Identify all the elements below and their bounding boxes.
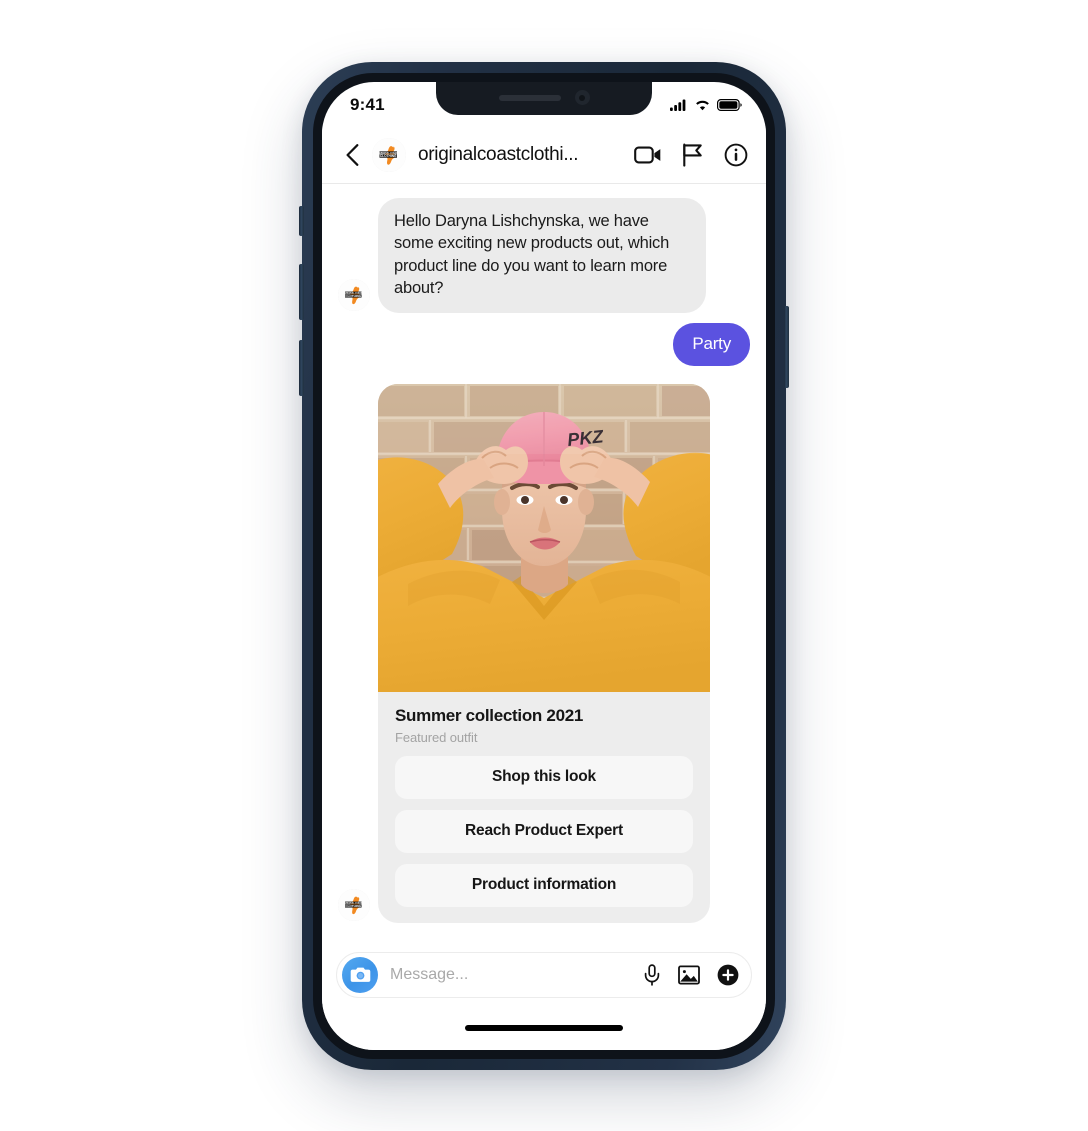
svg-text:CLOTHING: CLOTHING bbox=[345, 294, 361, 298]
page-title: originalcoastclothi... bbox=[418, 143, 579, 165]
shop-this-look-button[interactable]: Shop this look bbox=[395, 755, 693, 799]
message-list: ORIGINAL COAST CLOTHING Hello Daryna Lis… bbox=[322, 184, 766, 1002]
front-camera-icon bbox=[574, 90, 590, 105]
product-title: Summer collection 2021 bbox=[395, 705, 584, 725]
phone-volume-up-button[interactable] bbox=[299, 264, 304, 320]
battery-icon bbox=[717, 99, 742, 111]
brand-logo-icon: ORIGINAL COAST CLOTHING bbox=[338, 888, 370, 921]
photo-library-icon[interactable] bbox=[678, 965, 700, 985]
product-image[interactable]: PKZ bbox=[378, 383, 710, 692]
product-card-body: Summer collection 2021 Featured outfit S… bbox=[378, 692, 710, 923]
phone-volume-down-button[interactable] bbox=[299, 340, 304, 396]
avatar[interactable]: ORIGINAL COAST CLOTHING bbox=[338, 278, 370, 311]
avatar[interactable]: ORIGINAL COAST CLOTHING bbox=[338, 888, 370, 921]
phone-mute-switch[interactable] bbox=[299, 206, 304, 236]
message-input[interactable] bbox=[390, 966, 643, 984]
microphone-icon[interactable] bbox=[643, 964, 661, 986]
brand-logo-icon: ORIGINAL COAST CLOTHING bbox=[372, 137, 406, 172]
phone-power-button[interactable] bbox=[784, 306, 789, 388]
wifi-icon bbox=[696, 100, 709, 111]
message-bubble[interactable]: Hello Daryna Lishchynska, we have some e… bbox=[378, 198, 706, 313]
plus-circle-icon[interactable] bbox=[717, 964, 739, 986]
message-row-product-card: ORIGINAL COAST CLOTHING PKZ Summer colle… bbox=[338, 383, 750, 923]
avatar[interactable]: ORIGINAL COAST CLOTHING bbox=[372, 137, 406, 172]
svg-text:CLOTHING: CLOTHING bbox=[380, 154, 397, 158]
camera-icon bbox=[350, 967, 370, 982]
screenshot-root: 9:41 ORIGINAL COAST CLOTHING originalcoa… bbox=[0, 0, 1088, 1131]
cellular-signal-icon bbox=[670, 99, 686, 111]
product-information-button[interactable]: Product information bbox=[395, 863, 693, 907]
status-indicators bbox=[670, 99, 742, 111]
phone-notch bbox=[436, 82, 652, 115]
home-indicator[interactable] bbox=[465, 1025, 623, 1031]
composer-actions bbox=[643, 964, 741, 986]
phone-screen: 9:41 ORIGINAL COAST CLOTHING originalcoa… bbox=[322, 82, 766, 1050]
video-call-icon[interactable] bbox=[634, 145, 662, 165]
message-bubble[interactable]: Party bbox=[673, 322, 750, 366]
message-composer bbox=[322, 942, 766, 1050]
chevron-left-icon bbox=[346, 143, 358, 166]
status-time: 9:41 bbox=[350, 95, 385, 114]
message-row-outgoing: Party bbox=[338, 322, 750, 366]
back-button[interactable] bbox=[338, 139, 366, 171]
svg-text:CLOTHING: CLOTHING bbox=[345, 904, 361, 908]
product-subtitle: Featured outfit bbox=[395, 729, 478, 745]
camera-button[interactable] bbox=[342, 957, 378, 993]
info-icon[interactable] bbox=[724, 143, 748, 167]
brand-logo-icon: ORIGINAL COAST CLOTHING bbox=[338, 278, 370, 311]
message-row-incoming: ORIGINAL COAST CLOTHING Hello Daryna Lis… bbox=[338, 198, 750, 313]
header-actions bbox=[634, 143, 750, 167]
composer-bar bbox=[336, 952, 752, 998]
product-card: PKZ Summer collection 2021 Featured outf… bbox=[378, 383, 710, 923]
chat-header: ORIGINAL COAST CLOTHING originalcoastclo… bbox=[322, 126, 766, 184]
earpiece-speaker-icon bbox=[498, 94, 561, 101]
reach-product-expert-button[interactable]: Reach Product Expert bbox=[395, 809, 693, 853]
flag-icon[interactable] bbox=[682, 143, 704, 167]
